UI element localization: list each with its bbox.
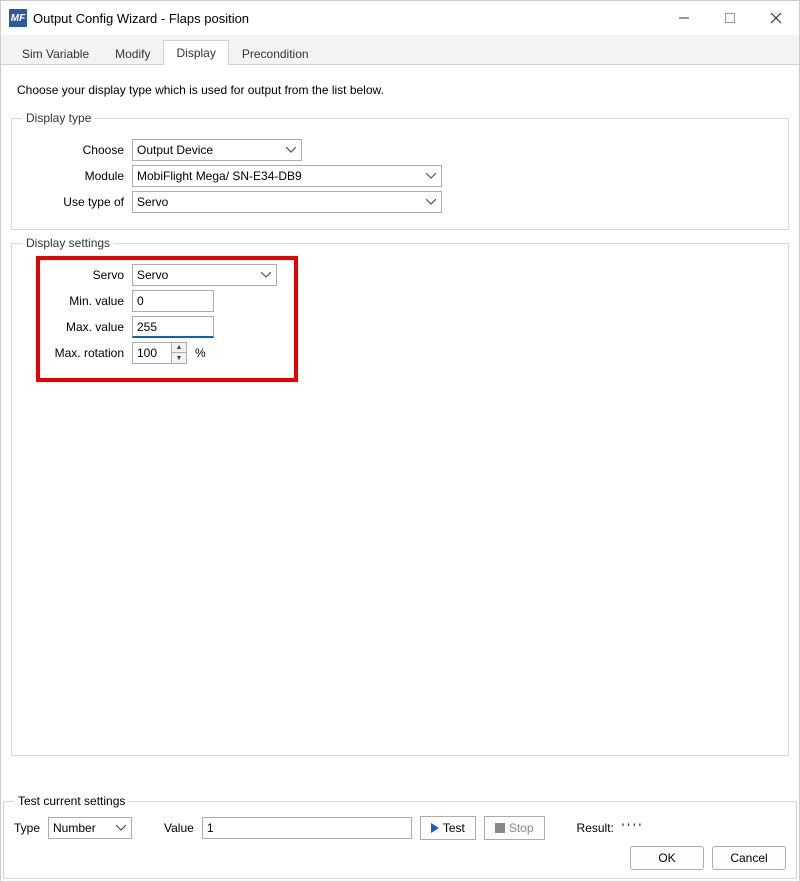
servo-combo[interactable]: Servo <box>132 264 277 286</box>
ok-button[interactable]: OK <box>630 846 704 870</box>
tab-modify[interactable]: Modify <box>102 41 163 65</box>
titlebar: MF Output Config Wizard - Flaps position <box>1 1 799 35</box>
tabstrip: Sim Variable Modify Display Precondition <box>1 35 799 65</box>
value-input[interactable] <box>202 817 412 839</box>
minimize-button[interactable] <box>661 1 707 35</box>
tab-precondition[interactable]: Precondition <box>229 41 322 65</box>
rotation-unit: % <box>195 346 206 360</box>
stop-button[interactable]: Stop <box>484 816 545 840</box>
use-type-label: Use type of <box>22 195 132 209</box>
max-rotation-spinner[interactable]: ▲ ▼ <box>132 342 187 364</box>
min-value-input[interactable] <box>132 290 214 312</box>
type-combo[interactable]: Number <box>48 817 132 839</box>
display-type-legend: Display type <box>22 111 95 125</box>
module-combo[interactable]: MobiFlight Mega/ SN-E34-DB9 <box>132 165 442 187</box>
window-title: Output Config Wizard - Flaps position <box>33 11 249 26</box>
max-value-input[interactable] <box>132 316 214 338</box>
result-value: ' ' ' ' <box>622 821 641 835</box>
spinner-down-icon[interactable]: ▼ <box>172 353 186 363</box>
max-value-label: Max. value <box>22 320 132 334</box>
choose-label: Choose <box>22 143 132 157</box>
use-type-combo[interactable]: Servo <box>132 191 442 213</box>
display-type-group: Display type Choose Output Device Module… <box>11 111 789 230</box>
display-settings-legend: Display settings <box>22 236 114 250</box>
type-label: Type <box>14 821 40 835</box>
spinner-up-icon[interactable]: ▲ <box>172 343 186 353</box>
test-legend: Test current settings <box>14 794 129 808</box>
maximize-button[interactable] <box>707 1 753 35</box>
servo-label: Servo <box>22 268 132 282</box>
module-label: Module <box>22 169 132 183</box>
min-value-label: Min. value <box>22 294 132 308</box>
app-icon: MF <box>9 9 27 27</box>
choose-combo[interactable]: Output Device <box>132 139 302 161</box>
client-area: Choose your display type which is used f… <box>1 65 799 772</box>
instruction-text: Choose your display type which is used f… <box>17 83 783 97</box>
play-icon <box>431 823 439 833</box>
value-label: Value <box>164 821 194 835</box>
tab-sim-variable[interactable]: Sim Variable <box>9 41 102 65</box>
stop-icon <box>495 823 505 833</box>
test-settings-group: Test current settings Type Number Value … <box>3 794 797 879</box>
test-button[interactable]: Test <box>420 816 476 840</box>
cancel-button[interactable]: Cancel <box>712 846 786 870</box>
result-label: Result: <box>577 821 614 835</box>
close-button[interactable] <box>753 1 799 35</box>
tab-display[interactable]: Display <box>163 40 228 65</box>
display-settings-group: Display settings Servo Servo Min. value … <box>11 236 789 756</box>
max-rotation-input[interactable] <box>133 343 171 363</box>
max-rotation-label: Max. rotation <box>22 346 132 360</box>
